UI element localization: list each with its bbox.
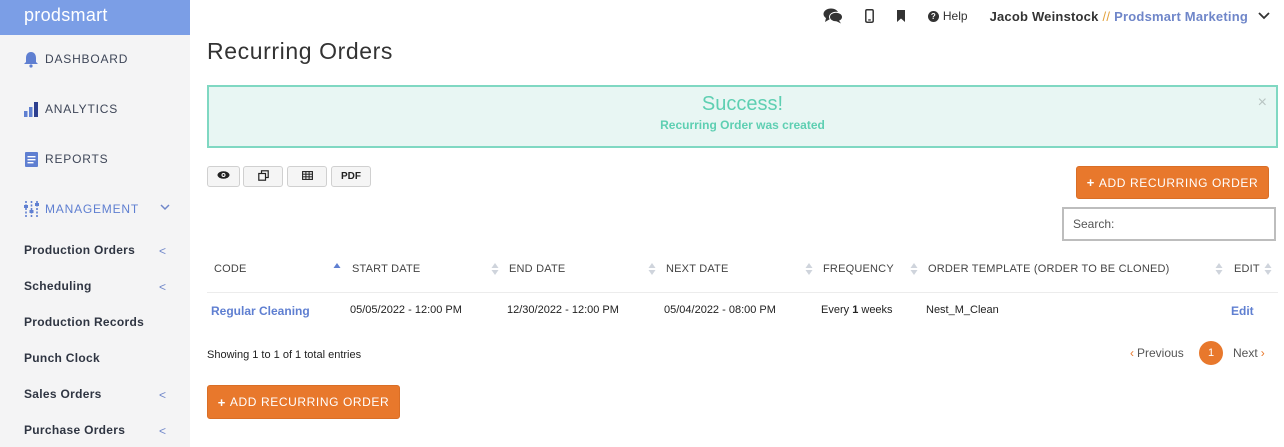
page-1-button[interactable]: 1	[1199, 341, 1223, 365]
sidebar-item-label: MANAGEMENT	[45, 202, 140, 216]
chevron-left-icon[interactable]: <	[159, 424, 166, 438]
add-recurring-order-button[interactable]: + ADD RECURRING ORDER	[1076, 166, 1269, 199]
sliders-icon	[22, 200, 40, 218]
bookmark-icon[interactable]	[896, 10, 906, 22]
order-template-cell: Nest_M_Clean	[926, 304, 999, 316]
divider	[207, 292, 1278, 293]
column-header-next-date[interactable]: NEXT DATE	[666, 263, 729, 275]
help-label: Help	[942, 9, 968, 23]
alert-title: Success!	[701, 93, 784, 115]
next-date-cell: 05/04/2022 - 08:00 PM	[664, 304, 776, 316]
chevron-left-icon[interactable]: <	[159, 280, 166, 294]
table-icon	[301, 170, 313, 183]
search-input[interactable]	[1062, 207, 1276, 241]
table-info: Showing 1 to 1 of 1 total entries	[207, 349, 362, 361]
next-button[interactable]: Next ›	[1233, 346, 1265, 360]
chevron-down-icon[interactable]	[158, 200, 172, 214]
view-button[interactable]	[207, 166, 240, 187]
plus-icon: +	[217, 394, 226, 410]
pdf-button[interactable]: PDF	[331, 166, 371, 187]
sort-icon[interactable]	[805, 261, 813, 277]
column-header-code[interactable]: CODE	[214, 263, 247, 275]
sidebar: prodsmart DASHBOARD ANALYTICS REPORTS MA…	[0, 0, 190, 447]
excel-button[interactable]	[287, 166, 327, 187]
chat-icon[interactable]	[823, 8, 843, 24]
sidebar-item-analytics[interactable]: ANALYTICS	[22, 99, 118, 119]
frequency-unit: weeks	[861, 304, 893, 316]
sort-asc-icon[interactable]	[333, 261, 341, 277]
previous-button[interactable]: ‹ Previous	[1130, 346, 1184, 360]
sort-icon[interactable]	[491, 261, 499, 277]
sidebar-item-management[interactable]: MANAGEMENT	[22, 199, 139, 219]
question-icon: ?	[927, 10, 939, 22]
close-icon[interactable]: ×	[1258, 95, 1267, 111]
add-recurring-order-button-bottom[interactable]: + ADD RECURRING ORDER	[207, 385, 400, 419]
frequency-prefix: Every	[821, 304, 850, 316]
column-header-frequency[interactable]: FREQUENCY	[823, 263, 894, 275]
column-header-end-date[interactable]: END DATE	[509, 263, 565, 275]
sidebar-item-dashboard[interactable]: DASHBOARD	[22, 49, 128, 69]
next-label: Next	[1233, 346, 1258, 360]
sidebar-item-punch-clock[interactable]: Punch Clock	[24, 351, 100, 365]
sidebar-item-purchase-orders[interactable]: Purchase Orders	[24, 423, 125, 437]
sidebar-item-label: ANALYTICS	[45, 102, 118, 116]
column-header-start-date[interactable]: START DATE	[352, 263, 420, 275]
page-title: Recurring Orders	[207, 38, 393, 64]
copy-icon	[257, 169, 269, 184]
column-header-edit[interactable]: EDIT	[1234, 263, 1260, 275]
user-menu[interactable]: Jacob Weinstock//Prodsmart Marketing	[990, 9, 1248, 24]
user-separator: //	[1102, 8, 1111, 24]
sidebar-item-production-records[interactable]: Production Records	[24, 315, 144, 329]
sidebar-item-reports[interactable]: REPORTS	[22, 149, 108, 169]
brand-logo[interactable]: prodsmart	[0, 0, 190, 35]
help-link[interactable]: ? Help	[927, 9, 968, 23]
user-name: Jacob Weinstock	[989, 8, 1099, 24]
recurring-order-code-link[interactable]: Regular Cleaning	[211, 304, 310, 318]
chevron-left-icon: ‹	[1130, 346, 1134, 360]
frequency-number: 1	[852, 304, 859, 316]
plus-icon: +	[1086, 175, 1095, 190]
add-button-label: ADD RECURRING ORDER	[229, 395, 390, 409]
edit-link[interactable]: Edit	[1231, 304, 1254, 318]
previous-label: Previous	[1137, 346, 1184, 360]
sidebar-item-scheduling[interactable]: Scheduling	[24, 279, 92, 293]
top-bar: ? Help Jacob Weinstock//Prodsmart Market…	[823, 6, 1270, 26]
sort-icon[interactable]	[1215, 261, 1223, 277]
organization-name: Prodsmart Marketing	[1114, 8, 1248, 24]
bell-icon	[22, 50, 40, 68]
chevron-left-icon[interactable]: <	[159, 244, 166, 258]
eye-icon	[217, 171, 230, 182]
success-alert: Success! Recurring Order was created ×	[207, 85, 1278, 148]
chevron-down-icon[interactable]	[1258, 12, 1270, 20]
sidebar-item-label: REPORTS	[45, 152, 109, 166]
sidebar-item-production-orders[interactable]: Production Orders	[24, 243, 135, 257]
chevron-right-icon: ›	[1260, 346, 1265, 360]
frequency-cell: Every 1 weeks	[821, 304, 893, 316]
start-date-cell: 05/05/2022 - 12:00 PM	[350, 304, 462, 316]
chevron-left-icon[interactable]: <	[159, 388, 166, 402]
copy-button[interactable]	[243, 166, 283, 187]
sort-icon[interactable]	[648, 261, 656, 277]
bar-chart-icon	[22, 100, 40, 118]
mobile-icon[interactable]	[864, 9, 874, 23]
sort-icon[interactable]	[1264, 261, 1272, 277]
document-icon	[22, 150, 40, 168]
column-header-order-template[interactable]: ORDER TEMPLATE (ORDER TO BE CLONED)	[928, 263, 1170, 275]
sort-icon[interactable]	[910, 261, 918, 277]
sidebar-item-sales-orders[interactable]: Sales Orders	[24, 387, 102, 401]
sidebar-item-label: DASHBOARD	[45, 52, 129, 66]
end-date-cell: 12/30/2022 - 12:00 PM	[507, 304, 619, 316]
add-button-label: ADD RECURRING ORDER	[1098, 175, 1259, 190]
alert-message: Recurring Order was created	[660, 118, 825, 132]
